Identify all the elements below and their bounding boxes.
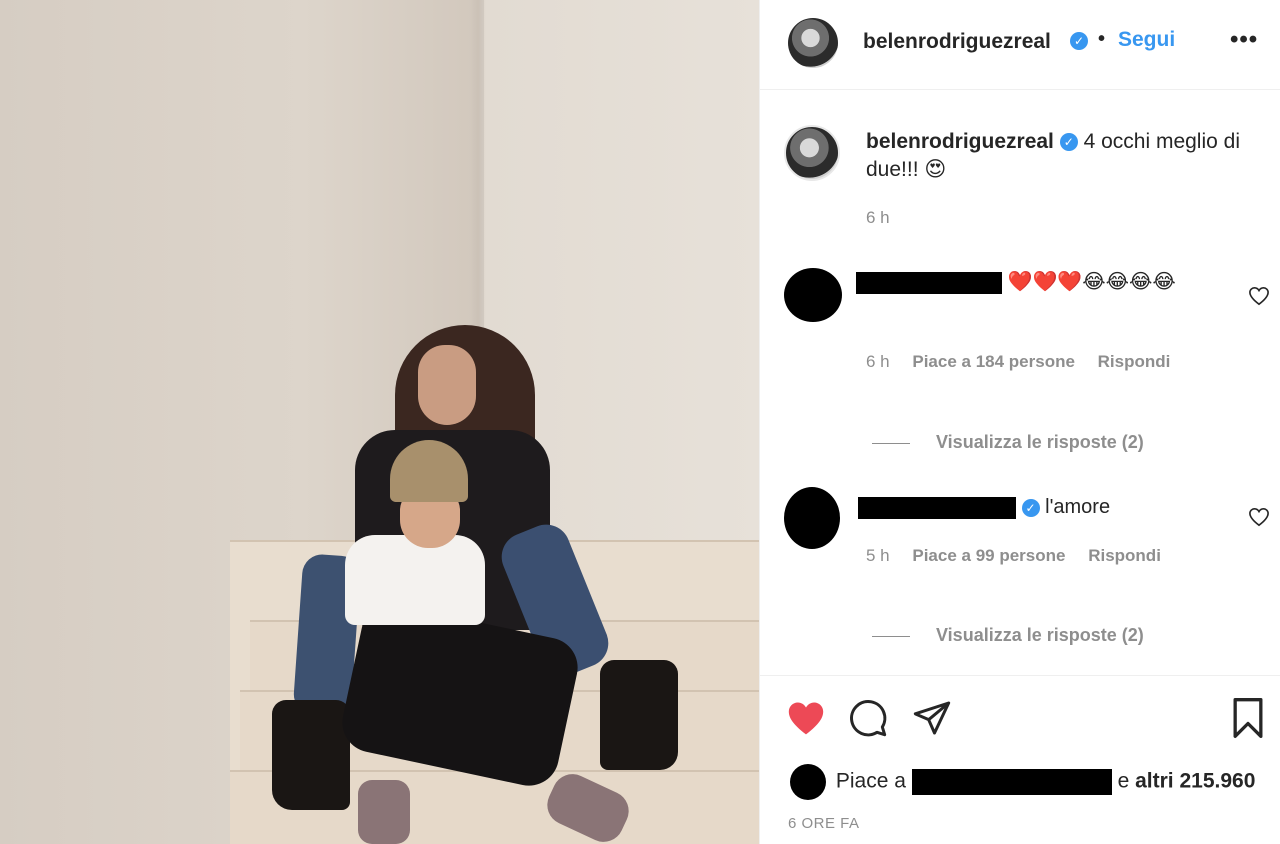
replies-divider bbox=[872, 442, 910, 444]
comment-text: l'amore bbox=[1045, 496, 1111, 518]
reply-button[interactable]: Rispondi bbox=[1098, 352, 1171, 371]
header-username[interactable]: belenrodriguezreal bbox=[863, 30, 1051, 54]
photo-woman-face bbox=[418, 345, 476, 425]
verified-badge-icon: ✓ bbox=[1070, 32, 1088, 50]
replies-divider bbox=[872, 635, 910, 637]
comment-body: ❤️❤️❤️😂😂😂😂 bbox=[856, 268, 1236, 297]
post-caption: belenrodriguezreal ✓ 4 occhi meglio di d… bbox=[760, 90, 1280, 250]
verified-badge-icon: ✓ bbox=[1059, 133, 1078, 152]
comment-avatar-redacted[interactable] bbox=[784, 268, 842, 322]
comment-text: ❤️❤️❤️😂😂😂😂 bbox=[1007, 271, 1176, 293]
likes-prefix: Piace a bbox=[835, 769, 906, 793]
post-actions: Piace a e altri 215.960 6 ORE FA bbox=[760, 675, 1280, 844]
comment-time[interactable]: 5 h bbox=[866, 546, 890, 565]
comment-username-redacted[interactable] bbox=[858, 496, 1016, 519]
caption-text-block: belenrodriguezreal ✓ 4 occhi meglio di d… bbox=[866, 128, 1266, 184]
likes-others[interactable]: altri 215.960 bbox=[1135, 770, 1255, 793]
post-header: belenrodriguezreal ✓ • Segui ••• bbox=[760, 0, 1280, 90]
post-time[interactable]: 6 ORE FA bbox=[788, 815, 860, 832]
comment-meta: 5 h Piace a 99 persone Rispondi bbox=[866, 546, 1179, 566]
verified-badge-icon: ✓ bbox=[1021, 498, 1040, 517]
post-photo[interactable] bbox=[0, 0, 759, 844]
heart-outline-icon[interactable] bbox=[1248, 507, 1270, 527]
caption-time[interactable]: 6 h bbox=[866, 208, 890, 228]
caption-username[interactable]: belenrodriguezreal bbox=[866, 130, 1054, 153]
comment-likes[interactable]: Piace a 184 persone bbox=[912, 352, 1075, 371]
comment-likes[interactable]: Piace a 99 persone bbox=[912, 546, 1065, 565]
heart-outline-icon[interactable] bbox=[1248, 286, 1270, 306]
view-replies-label: Visualizza le risposte (2) bbox=[936, 432, 1144, 452]
header-separator: • bbox=[1098, 28, 1106, 50]
heart-filled-icon[interactable] bbox=[786, 700, 826, 736]
comment-avatar-redacted[interactable] bbox=[784, 487, 840, 549]
photo-boot-left bbox=[272, 700, 350, 810]
comment-username-redacted[interactable] bbox=[856, 271, 1002, 294]
view-replies-label: Visualizza le risposte (2) bbox=[936, 625, 1144, 645]
photo-child-shirt bbox=[345, 535, 485, 625]
avatar[interactable] bbox=[788, 18, 838, 68]
liker-username-redacted[interactable] bbox=[911, 769, 1112, 795]
follow-button[interactable]: Segui bbox=[1118, 28, 1175, 52]
more-options-icon[interactable]: ••• bbox=[1230, 26, 1258, 54]
photo-boot-right bbox=[600, 660, 678, 770]
likes-summary: Piace a e altri 215.960 bbox=[790, 764, 1255, 800]
comment-body: ✓ l'amore bbox=[858, 493, 1238, 522]
paper-plane-icon[interactable] bbox=[912, 698, 952, 738]
caption-avatar[interactable] bbox=[784, 125, 840, 181]
comment-meta: 6 h Piace a 184 persone Rispondi bbox=[866, 352, 1188, 372]
post-side-panel: belenrodriguezreal ✓ • Segui ••• belenro… bbox=[759, 0, 1280, 844]
liker-avatar-redacted[interactable] bbox=[790, 764, 826, 800]
comment-icon[interactable] bbox=[848, 698, 888, 738]
bookmark-icon[interactable] bbox=[1228, 696, 1268, 740]
comment-time[interactable]: 6 h bbox=[866, 352, 890, 371]
view-replies-button[interactable]: Visualizza le risposte (2) bbox=[872, 625, 1144, 646]
likes-suffix: e bbox=[1117, 769, 1130, 793]
reply-button[interactable]: Rispondi bbox=[1088, 546, 1161, 565]
view-replies-button[interactable]: Visualizza le risposte (2) bbox=[872, 432, 1144, 453]
photo-sock-left bbox=[358, 780, 410, 844]
